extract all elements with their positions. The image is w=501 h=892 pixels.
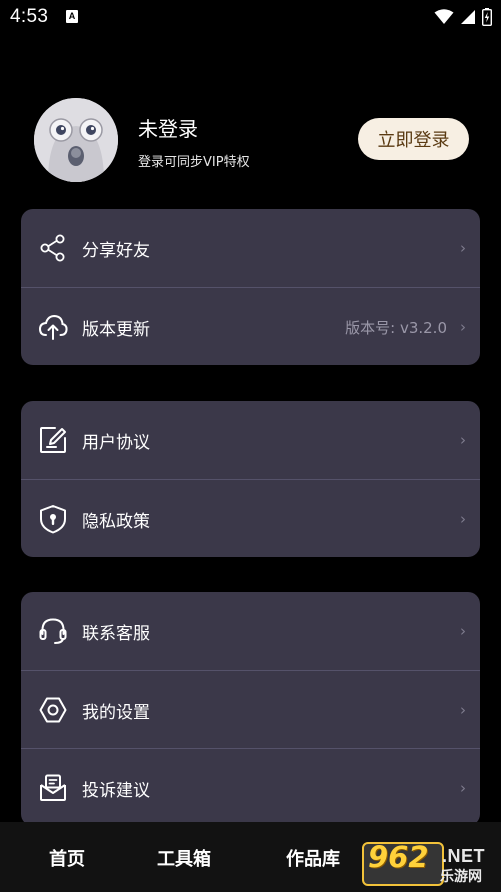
menu-item-label: 我的设置 <box>82 703 150 723</box>
menu-item-user-agreement[interactable]: 用户协议 › <box>21 401 480 479</box>
chevron-right-icon: › <box>460 510 466 528</box>
menu-item-label: 投诉建议 <box>82 781 150 801</box>
version-text: 版本号: v3.2.0 <box>345 319 447 337</box>
login-button[interactable]: 立即登录 <box>358 118 469 160</box>
menu-item-privacy[interactable]: 隐私政策 › <box>21 479 480 557</box>
menu-group-2: 用户协议 › 隐私政策 › <box>21 401 480 557</box>
profile-subtitle: 登录可同步VIP特权 <box>138 155 250 170</box>
chevron-right-icon: › <box>460 622 466 640</box>
profile-name[interactable]: 未登录 <box>138 113 198 142</box>
menu-item-feedback[interactable]: 投诉建议 › <box>21 748 480 826</box>
status-time: 4:53 <box>10 6 49 27</box>
menu-item-label: 版本更新 <box>82 320 150 340</box>
wifi-icon <box>434 9 454 24</box>
menu-item-label: 隐私政策 <box>82 512 150 532</box>
mail-icon <box>40 774 66 801</box>
chevron-right-icon: › <box>460 779 466 797</box>
chevron-right-icon: › <box>460 431 466 449</box>
signal-icon <box>461 10 475 24</box>
notification-icon: A <box>66 10 78 23</box>
avatar[interactable] <box>34 98 118 182</box>
menu-group-1: 分享好友 › 版本更新 版本号: v3.2.0 › <box>21 209 480 365</box>
watermark-number: 962 <box>368 840 429 874</box>
owl-avatar-icon <box>34 98 118 182</box>
settings-hexagon-icon <box>39 697 67 723</box>
menu-group-3: 联系客服 › 我的设置 › 投诉建议 › <box>21 592 480 826</box>
share-icon <box>40 234 65 262</box>
menu-item-settings[interactable]: 我的设置 › <box>21 670 480 748</box>
menu-item-label: 分享好友 <box>82 241 150 261</box>
tab-works[interactable]: 作品库 <box>286 845 340 871</box>
status-icons <box>434 7 492 27</box>
headset-icon <box>39 618 67 644</box>
edit-document-icon <box>40 427 66 453</box>
profile-header: 未登录 登录可同步VIP特权 立即登录 <box>0 96 501 182</box>
shield-icon <box>40 505 66 534</box>
site-watermark-logo: 962 .NET 乐游网 <box>362 840 498 886</box>
menu-item-update[interactable]: 版本更新 版本号: v3.2.0 › <box>21 287 480 365</box>
watermark-site-name: 乐游网 <box>440 869 482 885</box>
battery-icon <box>482 8 492 26</box>
menu-item-customer-service[interactable]: 联系客服 › <box>21 592 480 670</box>
watermark-suffix: .NET <box>442 846 486 866</box>
tab-home[interactable]: 首页 <box>49 845 85 871</box>
chevron-right-icon: › <box>460 701 466 719</box>
menu-item-label: 联系客服 <box>82 624 150 644</box>
menu-item-share[interactable]: 分享好友 › <box>21 209 480 287</box>
upload-cloud-icon <box>38 314 68 340</box>
menu-item-label: 用户协议 <box>82 433 150 453</box>
chevron-right-icon: › <box>460 239 466 257</box>
chevron-right-icon: › <box>460 318 466 336</box>
tab-toolbox[interactable]: 工具箱 <box>157 845 211 871</box>
status-bar: 4:53 A <box>0 0 501 34</box>
